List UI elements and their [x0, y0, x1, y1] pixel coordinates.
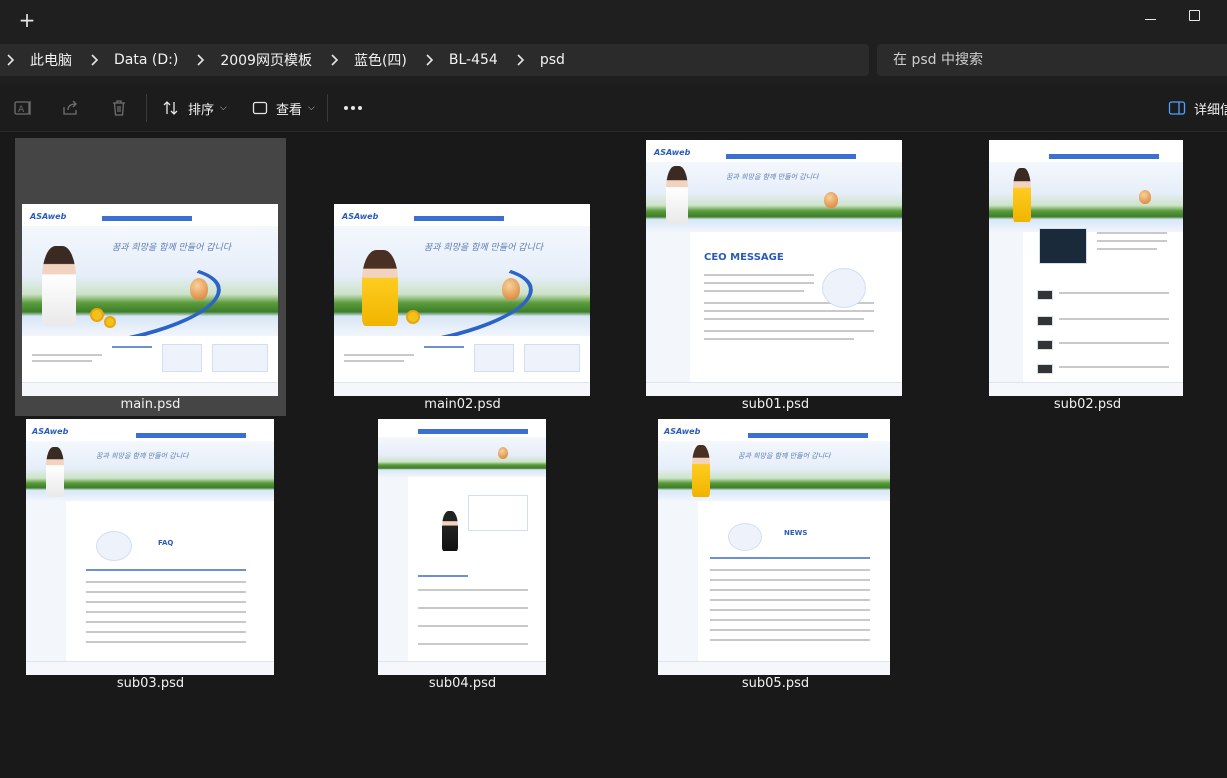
sort-button[interactable]: 排序 ⌵	[162, 96, 227, 120]
file-thumbnail	[989, 140, 1183, 396]
toolbar-separator	[327, 94, 328, 122]
thumb-heading: FAQ	[158, 539, 174, 547]
minimize-button[interactable]	[1138, 8, 1164, 30]
file-thumbnail: ASAweb 꿈과 희망을 함께 만들어 갑니다	[22, 204, 278, 396]
details-pane-icon	[1168, 101, 1186, 115]
file-thumbnail: ASAweb 꿈과 희망을 함께 만들어 갑니다	[334, 204, 590, 396]
file-thumbnail: ASAweb 꿈과 희망을 함께 만들어 갑니다 CEO MESSAGE	[646, 140, 902, 396]
file-name: sub04.psd	[428, 676, 497, 691]
chevron-right-icon[interactable]	[88, 53, 102, 67]
breadcrumb-item-data-drive[interactable]: Data (D:)	[114, 52, 178, 68]
thumb-slogan: 꿈과 희망을 함께 만들어 갑니다	[112, 243, 232, 253]
file-thumbnail: ASAweb 꿈과 희망을 함께 만들어 갑니다 FAQ	[26, 419, 274, 675]
file-tile-sub05[interactable]: ASAweb 꿈과 희망을 함께 만들어 갑니다 NEWS sub05.psd	[640, 417, 911, 695]
search-input[interactable]	[891, 51, 1221, 69]
toolbar-separator	[146, 94, 147, 122]
breadcrumb[interactable]: 此电脑 Data (D:) 2009网页模板 蓝色(四) BL-454 psd	[0, 44, 869, 76]
chevron-right-icon[interactable]	[4, 53, 18, 67]
file-tile-sub04[interactable]: sub04.psd	[327, 417, 598, 695]
title-bar: +	[0, 0, 1227, 40]
maximize-button[interactable]	[1183, 4, 1205, 26]
chevron-down-icon: ⌵	[220, 103, 227, 113]
chevron-right-icon[interactable]	[514, 53, 528, 67]
file-tile-sub01[interactable]: ASAweb 꿈과 희망을 함께 만들어 갑니다 CEO MESSAGE sub…	[640, 138, 911, 416]
thumb-logo: ASAweb	[30, 212, 67, 221]
breadcrumb-item-bl-454[interactable]: BL-454	[449, 52, 498, 68]
thumb-heading: CEO MESSAGE	[704, 252, 784, 263]
file-thumbnail: ASAweb 꿈과 희망을 함께 만들어 갑니다 NEWS	[658, 419, 890, 675]
thumb-slogan: 꿈과 희망을 함께 만들어 갑니다	[424, 243, 544, 253]
file-name: sub03.psd	[116, 676, 185, 691]
details-label: 详细信	[1194, 102, 1227, 118]
file-tile-main02[interactable]: ASAweb 꿈과 희망을 함께 만들어 갑니다 main02.psd	[327, 138, 598, 416]
file-name: sub02.psd	[1053, 397, 1122, 412]
details-pane-button[interactable]: 详细信	[1168, 96, 1227, 120]
breadcrumb-item-templates[interactable]: 2009网页模板	[220, 50, 312, 70]
delete-icon[interactable]	[109, 98, 129, 118]
chevron-right-icon[interactable]	[194, 53, 208, 67]
file-tile-sub02[interactable]: sub02.psd	[952, 138, 1223, 416]
thumb-heading: NEWS	[784, 529, 808, 537]
file-name: main.psd	[120, 397, 181, 412]
file-name: sub05.psd	[741, 676, 810, 691]
rename-icon[interactable]: A	[13, 98, 33, 118]
svg-text:A: A	[18, 105, 25, 115]
chevron-right-icon[interactable]	[423, 53, 437, 67]
breadcrumb-item-psd[interactable]: psd	[540, 52, 565, 68]
view-button[interactable]: 查看 ⌵	[252, 96, 315, 120]
thumb-logo: ASAweb	[654, 148, 691, 157]
thumb-slogan: 꿈과 희망을 함께 만들어 갑니다	[738, 452, 831, 460]
thumb-logo: ASAweb	[664, 427, 701, 436]
file-name: main02.psd	[424, 397, 501, 412]
thumb-slogan: 꿈과 희망을 함께 만들어 갑니다	[96, 452, 189, 460]
address-row: 此电脑 Data (D:) 2009网页模板 蓝色(四) BL-454 psd	[0, 40, 1227, 84]
breadcrumb-item-blue-four[interactable]: 蓝色(四)	[354, 50, 407, 70]
chevron-down-icon: ⌵	[308, 103, 315, 113]
file-view: ASAweb 꿈과 희망을 함께 만들어 갑니다 main.psd ASAweb	[0, 133, 1227, 778]
file-name: sub01.psd	[741, 397, 810, 412]
more-icon[interactable]	[343, 106, 363, 112]
thumb-logo: ASAweb	[342, 212, 379, 221]
view-label: 查看	[276, 102, 303, 118]
file-tile-sub03[interactable]: ASAweb 꿈과 희망을 함께 만들어 갑니다 FAQ sub03.psd	[15, 417, 286, 695]
command-bar: A 排序 ⌵ 查看 ⌵ 详细信	[0, 84, 1227, 132]
share-icon[interactable]	[61, 98, 81, 118]
new-tab-button[interactable]: +	[14, 8, 40, 34]
file-thumbnail	[378, 419, 546, 675]
sort-label: 排序	[188, 102, 215, 118]
view-icon	[252, 101, 268, 115]
search-box[interactable]	[877, 44, 1227, 76]
sort-icon	[163, 101, 178, 115]
chevron-right-icon[interactable]	[328, 53, 342, 67]
file-tile-main[interactable]: ASAweb 꿈과 희망을 함께 만들어 갑니다 main.psd	[15, 138, 286, 416]
thumb-slogan: 꿈과 희망을 함께 만들어 갑니다	[726, 173, 819, 181]
breadcrumb-item-this-pc[interactable]: 此电脑	[30, 50, 72, 70]
thumb-logo: ASAweb	[32, 427, 69, 436]
